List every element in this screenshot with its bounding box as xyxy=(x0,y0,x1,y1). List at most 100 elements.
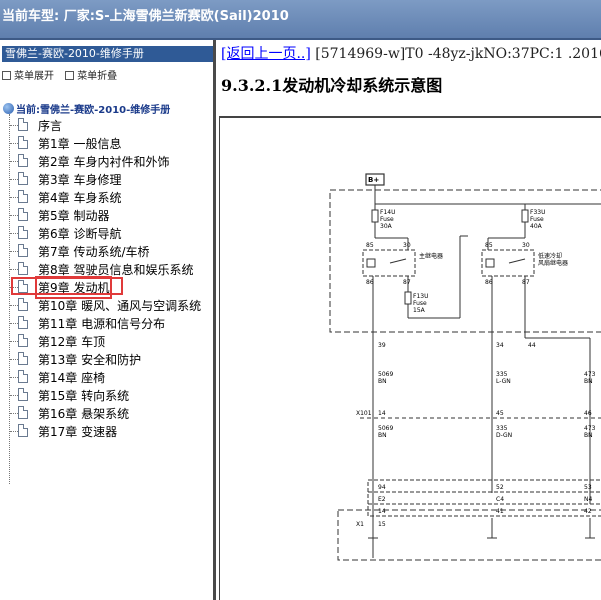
tree-connector xyxy=(10,323,18,324)
tree-item-label: 第5章 制动器 xyxy=(38,209,110,223)
e-pin-3: 14 xyxy=(378,508,386,515)
tree-item-label: 第6章 诊断导航 xyxy=(38,227,122,241)
tree-item-label: 第16章 悬架系统 xyxy=(38,407,130,421)
wire2-color: L-GN xyxy=(496,378,511,385)
x101-pin-1: 14 xyxy=(378,410,386,417)
x101-pin-2: 45 xyxy=(496,410,504,417)
tree-item-label: 第11章 电源和信号分布 xyxy=(38,317,166,331)
tree-item[interactable]: 第6章 诊断导航 xyxy=(0,224,213,242)
tree-item[interactable]: 第12章 车顶 xyxy=(0,332,213,350)
diagram-frame: B+ F14U Fuse 30A F33U Fuse 40A F13U Fuse… xyxy=(219,116,601,600)
document-icon xyxy=(18,334,28,347)
tree-item[interactable]: 第14章 座椅 xyxy=(0,368,213,386)
circuit-3: 44 xyxy=(528,342,536,349)
collapse-menu-button[interactable]: 菜单折叠 xyxy=(65,67,117,82)
collapse-icon xyxy=(65,71,75,80)
tree-root[interactable]: 当前:雪佛兰-赛欧-2010-维修手册 xyxy=(3,98,170,116)
relay2-pin-85: 85 xyxy=(485,242,493,249)
nav-line: [返回上一页..] [5714969-w]T0 -48yz-jkNO:37PC:… xyxy=(221,43,601,63)
tree-item-label: 序言 xyxy=(38,119,63,133)
relay2-label-line2: 风扇继电器 xyxy=(538,259,568,267)
tree-connector xyxy=(10,125,18,126)
tree-item[interactable]: 第11章 电源和信号分布 xyxy=(0,314,213,332)
wire2-number: 335 xyxy=(496,371,508,378)
tree-connector xyxy=(10,197,18,198)
tree-item[interactable]: 第9章 发动机 xyxy=(0,276,213,299)
wire3-number: 473 xyxy=(584,371,596,378)
tree-root-label: 当前:雪佛兰-赛欧-2010-维修手册 xyxy=(16,105,171,116)
document-icon xyxy=(18,244,28,257)
c-pin-3: 41 xyxy=(496,508,504,515)
wire1-number: 5069 xyxy=(378,371,393,378)
expand-icon xyxy=(2,71,11,80)
tree-connector xyxy=(10,377,18,378)
tree-item[interactable]: 第3章 车身修理 xyxy=(0,170,213,188)
relay2-label-line1: 低速冷却 xyxy=(538,252,562,260)
relay2-pin-87: 87 xyxy=(522,279,530,286)
document-icon xyxy=(18,154,28,167)
x101-pin-3: 46 xyxy=(584,410,592,417)
tree-item-label: 第12章 车顶 xyxy=(38,335,106,349)
expand-menu-button[interactable]: 菜单展开 xyxy=(2,67,54,82)
back-link[interactable]: [返回上一页..] xyxy=(221,46,311,62)
e-pin-1: 94 xyxy=(378,484,386,491)
tree-item[interactable]: 第8章 驾驶员信息和娱乐系统 xyxy=(0,260,213,278)
expand-menu-label: 菜单展开 xyxy=(14,71,54,82)
tree-item[interactable]: 第5章 制动器 xyxy=(0,206,213,224)
tree-item-label: 第15章 转向系统 xyxy=(38,389,130,403)
selection-highlight xyxy=(11,277,123,295)
relay2-box xyxy=(481,249,535,277)
tree-item[interactable]: 第4章 车身系统 xyxy=(0,188,213,206)
relay2-coil xyxy=(485,258,495,268)
n-pin-2: N4 xyxy=(584,496,592,503)
relay2-switch xyxy=(508,258,526,264)
tree-item[interactable]: 第17章 变速器 xyxy=(0,422,213,440)
tree-connector xyxy=(10,413,18,414)
document-icon xyxy=(18,352,28,365)
tree-toolbar: 菜单展开 菜单折叠 xyxy=(2,67,125,82)
tree-connector xyxy=(10,161,18,162)
connector-x101-label: X101 xyxy=(356,410,372,417)
wire1-color: BN xyxy=(378,378,387,385)
tree-item-label: 第8章 驾驶员信息和娱乐系统 xyxy=(38,263,194,277)
tree-item[interactable]: 第13章 安全和防护 xyxy=(0,350,213,368)
wire6-color: BN xyxy=(584,432,593,439)
x1-pin-1: 15 xyxy=(378,521,386,528)
fuse3-id: F13U xyxy=(413,293,428,300)
tree-connector xyxy=(10,269,18,270)
tree-connector xyxy=(10,359,18,360)
relay1-box xyxy=(362,249,416,277)
relay1-pin-87: 87 xyxy=(403,279,411,286)
document-icon xyxy=(18,406,28,419)
ecm-block-border xyxy=(337,509,601,561)
tree-item[interactable]: 第16章 悬架系统 xyxy=(0,404,213,422)
tree-item[interactable]: 第10章 暖风、通风与空调系统 xyxy=(0,296,213,314)
tree-connector xyxy=(10,143,18,144)
circuit-1: 39 xyxy=(378,342,386,349)
tree-connector xyxy=(10,341,18,342)
tree-connector xyxy=(10,233,18,234)
e-pin-2: E2 xyxy=(378,496,386,503)
fuse-f14u xyxy=(371,209,379,223)
wire5-color: D-GN xyxy=(496,432,512,439)
tree-item[interactable]: 第7章 传动系统/车桥 xyxy=(0,242,213,260)
fuse3-type: Fuse xyxy=(413,300,427,307)
fuse1-id: F14U xyxy=(380,209,395,216)
document-icon xyxy=(18,118,28,131)
tree-item[interactable]: 序言 xyxy=(0,116,213,134)
fuse-f13u xyxy=(404,291,412,305)
window-title: 当前车型: 厂家:S-上海雪佛兰新赛欧(Sail)2010 xyxy=(2,9,289,24)
tree-item[interactable]: 第1章 一般信息 xyxy=(0,134,213,152)
wire3-color: BN xyxy=(584,378,593,385)
document-icon xyxy=(18,208,28,221)
section-title: 9.3.2.1发动机冷却系统示意图 xyxy=(221,76,443,95)
tree-connector xyxy=(10,431,18,432)
tree-item[interactable]: 第2章 车身内衬件和外饰 xyxy=(0,152,213,170)
tree-connector xyxy=(10,215,18,216)
fuse-f33u xyxy=(521,209,529,223)
tree-item[interactable]: 第15章 转向系统 xyxy=(0,386,213,404)
fuse2-rating: 40A xyxy=(530,223,543,230)
circuit-2: 34 xyxy=(496,342,504,349)
content-pane: [返回上一页..] [5714969-w]T0 -48yz-jkNO:37PC:… xyxy=(219,40,601,600)
relay1-pin-30: 30 xyxy=(403,242,411,249)
